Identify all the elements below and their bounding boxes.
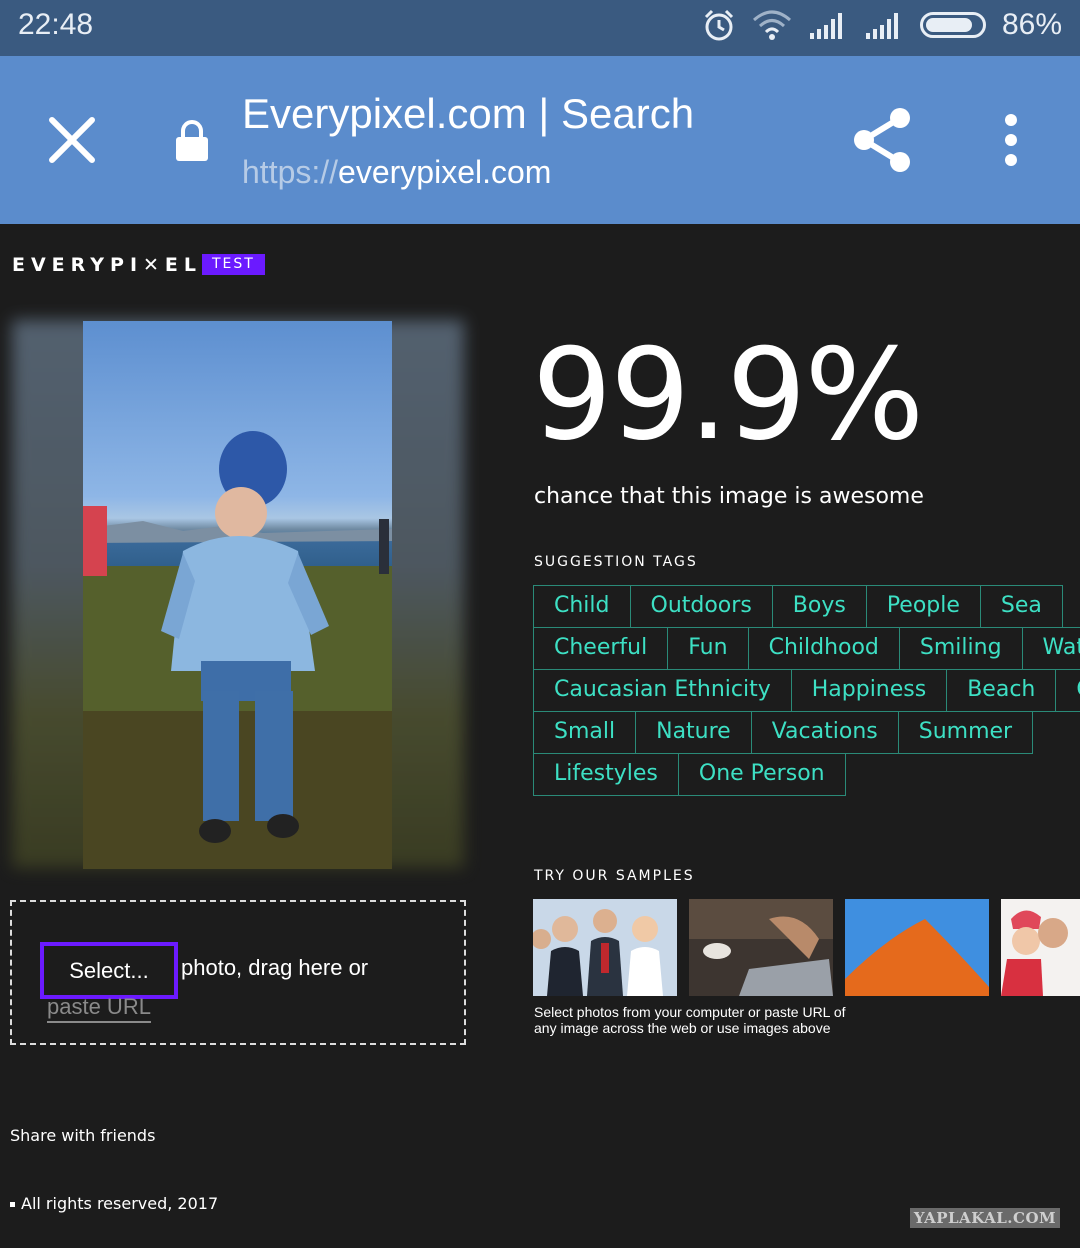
suggestion-tags: Child Outdoors Boys People Sea Cheerful Fun Chi… [533,585,1080,799]
tag-smiling[interactable]: Smiling [898,627,1023,670]
tag-happiness[interactable]: Happiness [790,669,948,712]
suggestion-tags-heading: SUGGESTION TAGS [534,554,698,570]
tag-small[interactable]: Small [533,711,637,754]
uploaded-photo [83,321,392,869]
battery-percent: 86% [1001,8,1062,41]
select-photo-button[interactable]: Select... [40,942,178,999]
tag-child[interactable]: Child [533,585,631,628]
copyright: All rights reserved, 2017 [10,1194,218,1213]
url-scheme: https:// [242,154,339,190]
tag-row: Caucasian EthnicityHappinessBeachCute [533,669,1080,712]
sample-images [533,899,1080,996]
copyright-text: All rights reserved, 2017 [21,1194,219,1213]
signal-icon [865,13,898,39]
close-icon[interactable] [44,112,100,168]
samples-caption: Select photos from your computer or past… [534,1004,846,1036]
bullet [10,1202,15,1207]
page-url[interactable]: https://everypixel.com [242,154,551,191]
battery-level-fill [925,18,973,32]
tag-nature[interactable]: Nature [635,711,752,754]
sample-couple[interactable] [1001,899,1080,996]
status-icons: 86% [702,8,1062,42]
everypixel-logo[interactable]: EVERYPI✕EL [12,254,202,276]
tag-vacations[interactable]: Vacations [750,711,899,754]
tag-summer[interactable]: Summer [897,711,1034,754]
wifi-icon [752,10,791,40]
tag-outdoors[interactable]: Outdoors [629,585,773,628]
tag-one-person[interactable]: One Person [677,753,846,796]
tag-beach[interactable]: Beach [946,669,1057,712]
score-caption: chance that this image is awesome [534,484,924,509]
tag-row: Small Nature Vacations Summer [533,711,1080,754]
sample-office-desk[interactable] [689,899,833,996]
status-bar: 22:48 86% [0,0,1080,56]
tag-row: CheerfulFunChildhoodSmilingWater [533,627,1080,670]
battery-icon [919,12,986,38]
signal-icon [809,13,842,39]
tag-lifestyles[interactable]: Lifestyles [533,753,679,796]
child-photo-illustration [83,431,392,869]
tag-cute[interactable]: Cute [1055,669,1080,712]
alarm-icon [704,9,734,41]
page-title: Everypixel.com | Search [242,90,695,137]
tag-water[interactable]: Water [1021,627,1080,670]
tag-sea[interactable]: Sea [979,585,1063,628]
browser-toolbar: Everypixel.com | Search https://everypix… [0,56,1080,224]
sample-business-people[interactable] [533,899,677,996]
tag-cheerful[interactable]: Cheerful [533,627,669,670]
paste-url-link[interactable]: paste URL [47,994,151,1023]
tag-caucasian-ethnicity[interactable]: Caucasian Ethnicity [533,669,792,712]
watermark: YAPLAKAL.COM [910,1208,1060,1228]
tag-row: Lifestyles One Person [533,753,1080,796]
tag-boys[interactable]: Boys [771,585,867,628]
tag-people[interactable]: People [865,585,981,628]
sample-desert-dunes[interactable] [845,899,989,996]
tag-childhood[interactable]: Childhood [747,627,900,670]
samples-heading: TRY OUR SAMPLES [534,868,695,884]
tag-fun[interactable]: Fun [667,627,749,670]
tag-row: Child Outdoors Boys People Sea [533,585,1080,628]
upload-instructions: photo, drag here or [181,955,369,980]
status-time: 22:48 [18,8,94,41]
share-icon[interactable] [852,108,912,172]
test-badge: TEST [202,254,265,275]
share-with-friends[interactable]: Share with friends [10,1126,155,1145]
more-vert-icon[interactable] [998,112,1024,168]
url-host: everypixel.com [338,154,552,190]
lock-icon [176,120,208,161]
awesomeness-score: 99.9% [532,321,924,468]
